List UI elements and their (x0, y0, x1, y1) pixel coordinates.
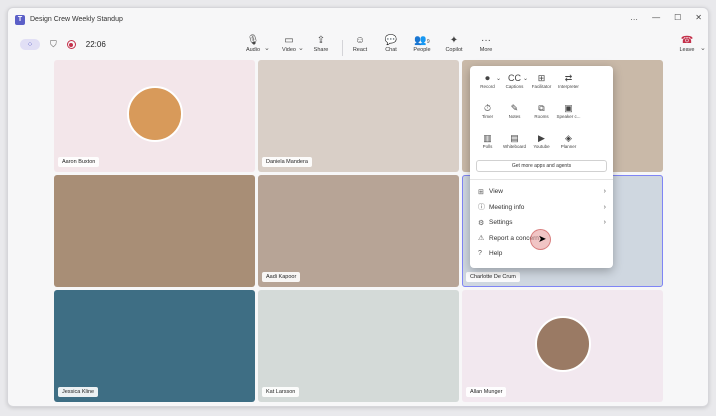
planner-app[interactable]: ◈ Planner (555, 132, 582, 158)
youtube-icon: ▶ (538, 133, 545, 143)
participant-tile-aadi[interactable]: Aadi Kapoor (258, 175, 459, 287)
menu-item-view[interactable]: ⊞ View › (470, 184, 613, 200)
people-button[interactable]: 👥9 People (407, 34, 437, 53)
chat-icon: 💬 (384, 35, 398, 46)
microphone-icon: 🎙 (246, 35, 260, 46)
minimize-button[interactable]: — (652, 13, 660, 22)
view-icon: ⊞ (478, 188, 484, 196)
participant-name: Jessica Kline (58, 387, 99, 397)
toolbar-divider (342, 40, 343, 56)
chat-button[interactable]: 💬 Chat (376, 34, 406, 53)
timer-icon: ⏱ (483, 103, 492, 113)
interpreter-app[interactable]: ⇄ Interpreter (555, 72, 582, 98)
more-button[interactable]: ··· More (471, 34, 501, 62)
youtube-app[interactable]: ▶ Youtube (528, 132, 555, 158)
ellipsis-icon: ··· (481, 35, 491, 46)
react-button[interactable]: ☺ React (345, 34, 375, 53)
participant-name: Kat Larsson (262, 387, 300, 397)
leave-options-chevron-icon[interactable]: ⌄ (700, 44, 706, 52)
participant-name: Charlotte De Crum (466, 272, 520, 282)
window-more-button[interactable]: … (630, 13, 638, 22)
chevron-right-icon: › (603, 188, 606, 196)
teams-logo-icon: T (15, 14, 25, 25)
smiley-icon: ☺ (354, 35, 366, 46)
avatar (126, 86, 183, 142)
menu-item-meeting-info[interactable]: ⓘ Meeting info › (470, 200, 613, 216)
participant-tile-4[interactable] (54, 175, 255, 287)
title-bar: T Design Crew Weekly Standup … — ☐ ✕ (8, 8, 708, 31)
info-icon: ⓘ (478, 204, 485, 212)
timer-app[interactable]: ⏱ Timer (474, 102, 501, 128)
notes-app[interactable]: ✎ Notes (501, 102, 528, 128)
video-options-chevron-icon[interactable]: ⌄ (298, 44, 304, 52)
facilitator-app[interactable]: ⊞ Facilitator (528, 72, 555, 98)
participant-name: Aadi Kapoor (262, 272, 301, 282)
notes-icon: ✎ (510, 103, 519, 113)
speaker-coach-icon: ▣ (564, 103, 573, 113)
participant-tile-allan[interactable]: Allan Munger (462, 290, 663, 402)
record-app[interactable]: ⏺ Record ⌄ (474, 72, 501, 98)
share-icon: ⇪ (316, 35, 326, 46)
people-count: 9 (426, 39, 430, 45)
captions-app[interactable]: CC Captions ⌄ (501, 72, 528, 98)
copilot-button[interactable]: ✦ Copilot (439, 34, 469, 53)
captions-icon: CC (508, 73, 521, 83)
help-icon: ? (478, 250, 482, 258)
participant-tile-kat[interactable]: Kat Larsson (258, 290, 459, 402)
leave-button[interactable]: ☎ Leave (672, 34, 702, 53)
rooms-app[interactable]: ⧉ Rooms (528, 102, 555, 128)
menu-divider (470, 179, 613, 180)
polls-app[interactable]: ▥ Polls (474, 132, 501, 158)
camera-icon: ▭ (284, 35, 294, 46)
record-icon: ⏺ (485, 73, 490, 83)
meeting-timer: 22:06 (85, 40, 106, 49)
whiteboard-app[interactable]: ▤ Whiteboard (501, 132, 528, 158)
whiteboard-icon: ▤ (510, 133, 519, 143)
rooms-icon: ⧉ (538, 103, 545, 113)
warning-icon: ⚠ (478, 235, 485, 243)
planner-icon: ◈ (565, 133, 572, 143)
polls-icon: ▥ (483, 133, 492, 143)
mouse-cursor-icon: ➤ (538, 234, 547, 245)
avatar (534, 316, 591, 372)
hang-up-icon: ☎ (680, 35, 694, 46)
participant-tile-aaron[interactable]: Aaron Buxton (54, 60, 255, 172)
participant-tile-jessica[interactable]: Jessica Kline (54, 290, 255, 402)
maximize-button[interactable]: ☐ (674, 13, 681, 22)
window-controls: … — ☐ ✕ (630, 13, 702, 22)
people-icon: 👥9 (414, 35, 430, 46)
get-more-apps-button[interactable]: Get more apps and agents (476, 160, 607, 172)
participant-name: Aaron Buxton (58, 157, 100, 167)
audio-options-chevron-icon[interactable]: ⌄ (264, 44, 270, 52)
meeting-status-icon[interactable]: ⁘ (20, 39, 40, 50)
chevron-right-icon: › (603, 219, 606, 227)
speaker-coach-app[interactable]: ▣ Speaker c... (555, 102, 582, 128)
shield-icon[interactable]: ⛉ (50, 39, 57, 50)
close-button[interactable]: ✕ (695, 13, 702, 22)
copilot-icon: ✦ (449, 35, 459, 46)
share-button[interactable]: ⇪ Share (306, 34, 336, 53)
recording-icon[interactable] (66, 40, 76, 49)
window-title: Design Crew Weekly Standup (30, 16, 123, 23)
interpreter-icon: ⇄ (564, 73, 573, 83)
participant-name: Allan Munger (466, 387, 507, 397)
participant-tile-daniela[interactable]: Daniela Mandera (258, 60, 459, 172)
chevron-right-icon: › (603, 203, 606, 211)
meeting-window: T Design Crew Weekly Standup … — ☐ ✕ ⁘ ⛉… (7, 7, 709, 407)
participant-name: Daniela Mandera (262, 157, 312, 167)
facilitator-icon: ⊞ (537, 73, 546, 83)
gear-icon: ⚙ (478, 219, 485, 227)
